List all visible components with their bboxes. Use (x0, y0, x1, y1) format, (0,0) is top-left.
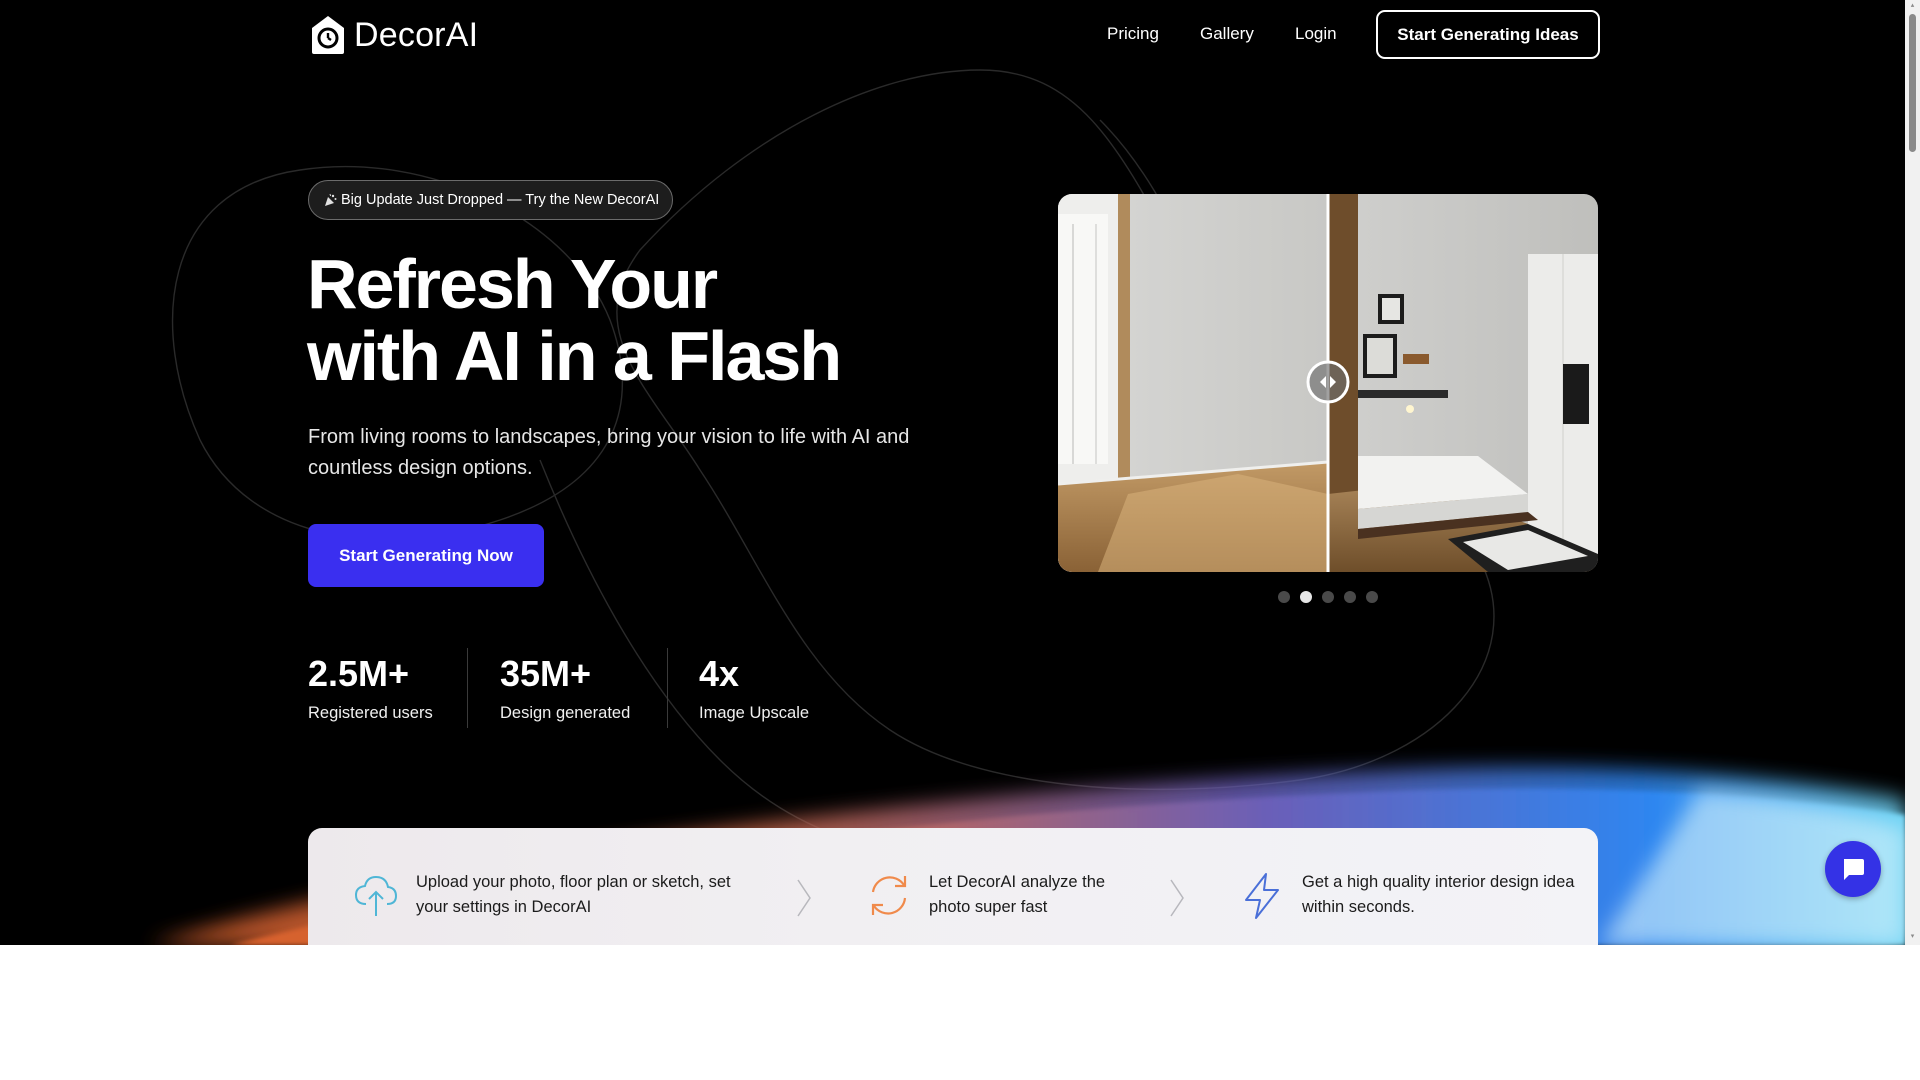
lightning-icon (1245, 873, 1279, 919)
step-result: Get a high quality interior design idea … (1238, 870, 1582, 920)
step-text: Let DecorAI analyze the photo super fast (929, 873, 1106, 916)
chevron-right-icon (1170, 879, 1184, 917)
nav-link-pricing[interactable]: Pricing (1107, 24, 1159, 44)
carousel-dots (1278, 591, 1378, 603)
step-upload: Upload your photo, floor plan or sketch,… (352, 870, 736, 920)
stat-divider (667, 648, 668, 728)
compare-handle[interactable] (1306, 360, 1350, 404)
stat-label: Registered users (308, 704, 433, 722)
after-image (1328, 194, 1598, 572)
carousel-dot[interactable] (1322, 591, 1334, 603)
hero-title: Refresh Your with AI in a Flash (307, 245, 842, 395)
announcement-badge[interactable]: Big Update Just Dropped — Try the New De… (308, 180, 674, 220)
hero-title-line2: with AI in a Flash (307, 317, 842, 395)
hero-section: DecorAI Pricing Gallery Login Start Gene… (0, 0, 1905, 945)
stat-divider (467, 648, 468, 728)
chevron-right-icon (797, 879, 811, 917)
stat-value: 4x (699, 653, 740, 694)
scroll-thumb[interactable] (1909, 14, 1916, 152)
carousel-dot[interactable] (1366, 591, 1378, 603)
stat-image-upscale: 4x Image Upscale (699, 652, 809, 723)
chat-bubble-icon (1844, 859, 1864, 880)
stat-label: Design generated (500, 704, 631, 722)
nav-link-gallery[interactable]: Gallery (1200, 24, 1254, 44)
camera-logo-icon (312, 16, 344, 54)
carousel-dot[interactable] (1344, 591, 1356, 603)
hero-subtitle: From living rooms to landscapes, bring y… (308, 426, 910, 479)
party-popper-icon (325, 193, 337, 206)
carousel-dot[interactable] (1278, 591, 1290, 603)
stat-value: 35M+ (500, 653, 592, 694)
start-generating-ideas-button[interactable]: Start Generating Ideas (1376, 10, 1600, 59)
before-after-comparison[interactable] (1058, 194, 1598, 572)
stat-registered-users: 2.5M+ Registered users (308, 652, 433, 723)
start-generating-now-button[interactable]: Start Generating Now (308, 524, 544, 587)
page-scrollbar[interactable]: ▴ ▾ (1905, 0, 1920, 945)
brand-logo[interactable]: DecorAI (308, 14, 478, 56)
hero-title-line1: Refresh Your (307, 245, 718, 323)
refresh-icon (871, 876, 907, 915)
badge-text: Big Update Just Dropped — Try the New De… (341, 192, 660, 208)
carousel-dot[interactable] (1300, 591, 1312, 603)
stat-designs-generated: 35M+ Design generated (500, 652, 630, 723)
stat-label: Image Upscale (699, 704, 810, 722)
stat-value: 2.5M+ (308, 653, 410, 694)
step-text: Get a high quality interior design idea … (1302, 873, 1575, 916)
brand-name: DecorAI (354, 15, 479, 54)
step-analyze: Let DecorAI analyze the photo super fast (865, 870, 1129, 920)
cloud-upload-icon (354, 875, 398, 916)
scroll-down-arrow-icon[interactable]: ▾ (1909, 933, 1916, 940)
steps-card: Upload your photo, floor plan or sketch,… (308, 828, 1598, 945)
step-text: Upload your photo, floor plan or sketch,… (416, 873, 731, 916)
chat-button[interactable] (1825, 841, 1881, 897)
nav-link-login[interactable]: Login (1295, 24, 1337, 44)
scroll-up-arrow-icon[interactable]: ▴ (1909, 2, 1916, 9)
before-image (1058, 194, 1329, 572)
